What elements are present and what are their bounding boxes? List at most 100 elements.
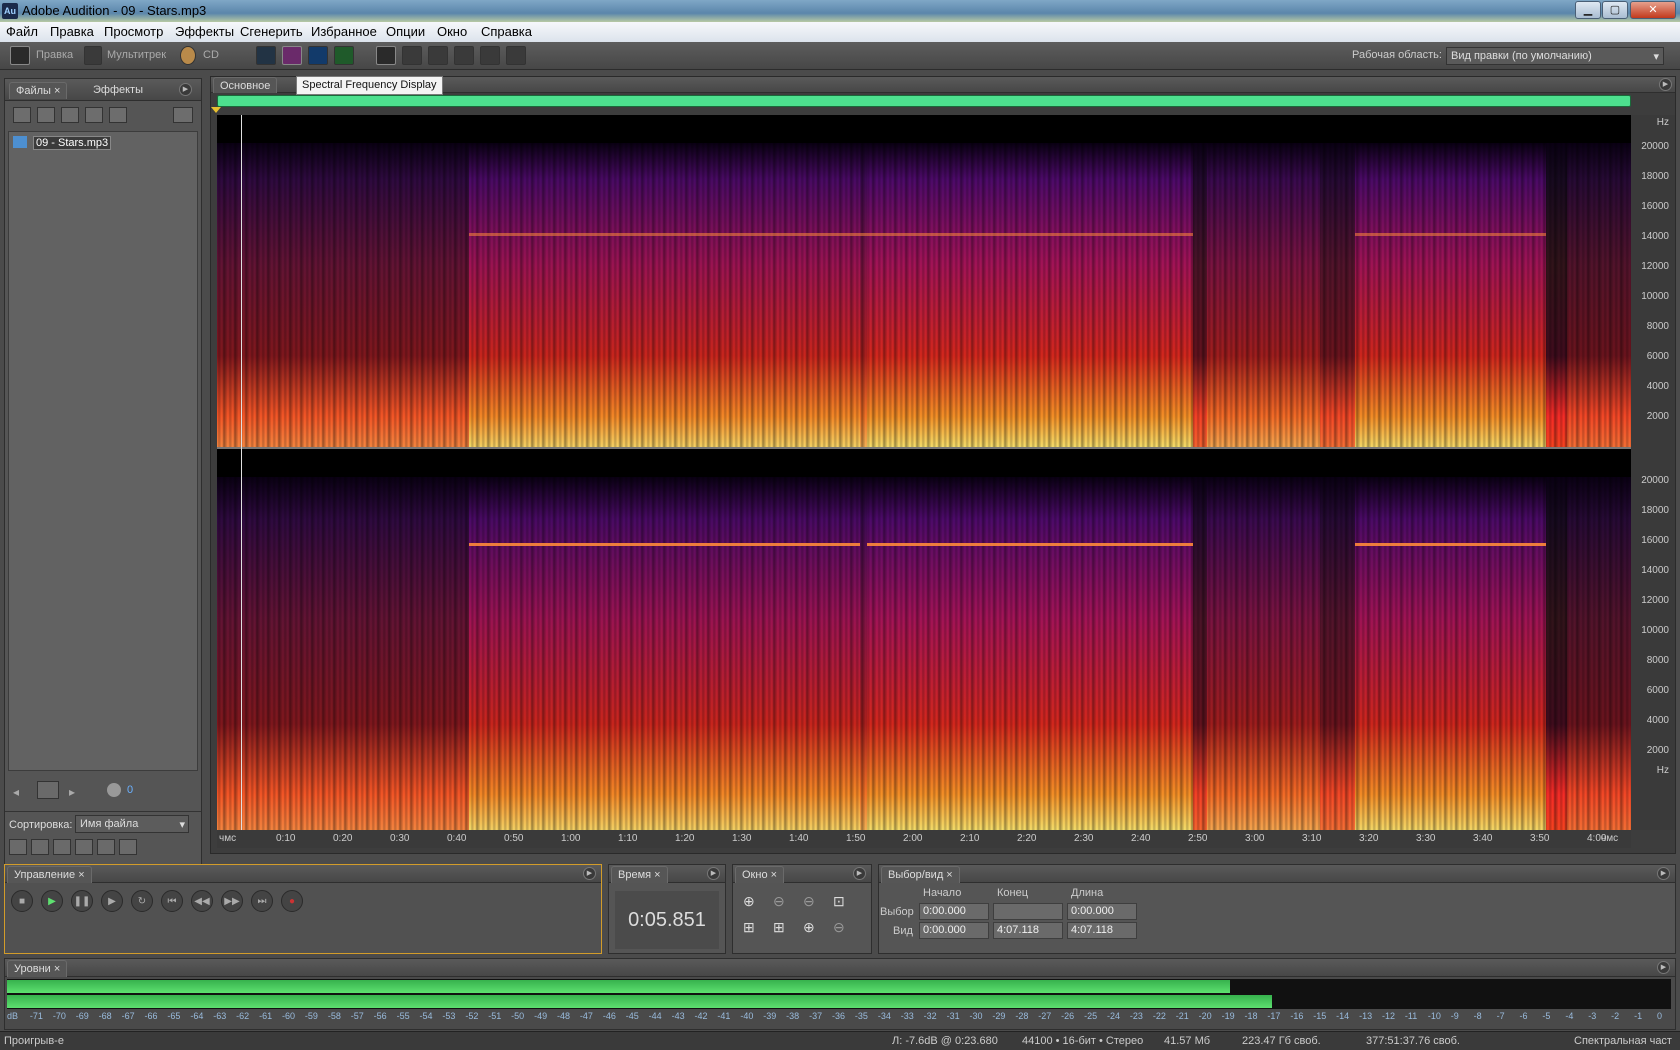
cd-icon[interactable] xyxy=(180,46,196,65)
filter-midi-icon[interactable] xyxy=(97,839,115,855)
volume-value[interactable]: 0 xyxy=(127,784,133,796)
spectrogram[interactable] xyxy=(217,115,1631,830)
lasso-tool-icon[interactable] xyxy=(428,46,448,65)
time-tick: 2:40 xyxy=(1131,833,1151,844)
tab-levels[interactable]: Уровни × xyxy=(7,960,68,977)
play-from-cursor-icon[interactable]: ▶ xyxy=(101,890,123,912)
selection-start-field[interactable]: 0:00.000 xyxy=(919,903,989,920)
playhead-marker-icon[interactable] xyxy=(211,107,221,113)
workspace-dropdown[interactable]: Вид правки (по умолчанию) ▾ xyxy=(1446,47,1664,65)
filter-all-icon[interactable] xyxy=(9,839,27,855)
multitrack-icon[interactable] xyxy=(84,46,102,65)
filter-loop-icon[interactable] xyxy=(31,839,49,855)
view-options-icon[interactable] xyxy=(173,107,193,123)
menu-window[interactable]: Окно xyxy=(437,24,467,39)
zoom-selection-icon[interactable]: ⊡ xyxy=(833,893,845,910)
tab-time[interactable]: Время × xyxy=(611,866,668,883)
close-button[interactable]: ✕ xyxy=(1630,1,1676,19)
menu-options[interactable]: Опции xyxy=(386,24,425,39)
cd-view-label[interactable]: CD xyxy=(203,49,219,61)
filter-cd-icon[interactable] xyxy=(119,839,137,855)
zoom-out-horizontal-icon[interactable]: ⊖ xyxy=(773,893,785,910)
db-tick: -41 xyxy=(717,1011,731,1021)
zoom-left-edge-icon[interactable]: ⊞ xyxy=(743,919,755,936)
forward-icon[interactable]: ▸ xyxy=(69,785,75,799)
maximize-button[interactable]: ▢ xyxy=(1602,1,1628,19)
zoom-right-edge-icon[interactable]: ⊞ xyxy=(773,919,785,936)
pause-icon[interactable]: ❚❚ xyxy=(71,890,93,912)
marquee-tool-icon[interactable] xyxy=(402,46,422,65)
panel-menu-icon[interactable]: ▶ xyxy=(1657,961,1670,974)
time-tick: 3:10 xyxy=(1302,833,1322,844)
selection-length-field[interactable]: 0:00.000 xyxy=(1067,903,1137,920)
import-file-icon[interactable] xyxy=(13,107,31,123)
sort-dropdown[interactable]: Имя файла ▾ xyxy=(75,815,189,833)
hybrid-tool-icon[interactable] xyxy=(506,46,526,65)
spectrogram-left-channel[interactable] xyxy=(217,143,1631,447)
zoom-out-full-icon[interactable]: ⊖ xyxy=(803,893,815,910)
db-tick: -32 xyxy=(923,1011,937,1021)
tab-main[interactable]: Основное xyxy=(213,77,278,93)
insert-cd-icon[interactable] xyxy=(85,107,103,123)
zoom-in-horizontal-icon[interactable]: ⊕ xyxy=(743,893,755,910)
play-icon[interactable]: ▶ xyxy=(41,890,63,912)
minimize-button[interactable]: ▁ xyxy=(1575,1,1601,19)
time-selection-tool-icon[interactable] xyxy=(376,46,396,65)
tab-files[interactable]: Файлы × xyxy=(9,82,68,99)
db-tick: -42 xyxy=(694,1011,708,1021)
fast-forward-icon[interactable]: ▶▶ xyxy=(221,890,243,912)
volume-knob-icon[interactable] xyxy=(107,783,121,797)
loop-icon[interactable]: ↻ xyxy=(131,890,153,912)
panel-menu-icon[interactable]: ▶ xyxy=(179,83,192,96)
view-length-field[interactable]: 4:07.118 xyxy=(1067,922,1137,939)
spot-healing-icon[interactable] xyxy=(480,46,500,65)
db-tick: -12 xyxy=(1382,1011,1396,1021)
filter-audio-icon[interactable] xyxy=(75,839,93,855)
selection-end-field[interactable] xyxy=(993,903,1063,920)
panel-menu-icon[interactable]: ▶ xyxy=(1659,78,1672,91)
menu-help[interactable]: Справка xyxy=(481,24,532,39)
panel-menu-icon[interactable]: ▶ xyxy=(1657,867,1670,880)
tab-transport[interactable]: Управление × xyxy=(7,866,92,883)
view-start-field[interactable]: 0:00.000 xyxy=(919,922,989,939)
overview-bar[interactable] xyxy=(217,95,1631,107)
playhead[interactable] xyxy=(241,115,242,830)
menu-favorites[interactable]: Избранное xyxy=(311,24,377,39)
rewind-icon[interactable]: ◀◀ xyxy=(191,890,213,912)
edit-view-label[interactable]: Правка xyxy=(36,49,73,61)
menu-effects[interactable]: Эффекты xyxy=(175,24,234,39)
waveform-display-icon[interactable] xyxy=(256,46,276,65)
db-tick: -10 xyxy=(1427,1011,1441,1021)
menu-generate[interactable]: Сгенерить xyxy=(240,24,303,39)
go-to-end-icon[interactable]: ⏭ xyxy=(251,890,273,912)
tab-window[interactable]: Окно × xyxy=(735,866,785,883)
filter-video-icon[interactable] xyxy=(53,839,71,855)
menu-file[interactable]: Файл xyxy=(6,24,38,39)
menu-view[interactable]: Просмотр xyxy=(104,24,163,39)
spectral-pan-icon[interactable] xyxy=(308,46,328,65)
zoom-out-vertical-icon[interactable]: ⊖ xyxy=(833,919,845,936)
view-end-field[interactable]: 4:07.118 xyxy=(993,922,1063,939)
loop-icon[interactable] xyxy=(37,781,59,799)
zoom-in-vertical-icon[interactable]: ⊕ xyxy=(803,919,815,936)
back-icon[interactable]: ◂ xyxy=(13,785,19,799)
spectrogram-right-channel[interactable] xyxy=(217,477,1631,830)
spectral-frequency-icon[interactable] xyxy=(282,46,302,65)
file-item[interactable]: 09 - Stars.mp3 xyxy=(33,136,112,150)
play-preview-icon[interactable] xyxy=(109,107,127,123)
tab-selection-view[interactable]: Выбор/вид × xyxy=(881,866,960,883)
multitrack-label[interactable]: Мультитрек xyxy=(107,49,166,61)
go-to-start-icon[interactable]: ⏮ xyxy=(161,890,183,912)
tab-effects[interactable]: Эффекты xyxy=(87,82,149,99)
close-file-icon[interactable] xyxy=(37,107,55,123)
edit-view-icon[interactable] xyxy=(10,46,30,65)
stop-icon[interactable]: ■ xyxy=(11,890,33,912)
record-icon[interactable]: ● xyxy=(281,890,303,912)
panel-menu-icon[interactable]: ▶ xyxy=(853,867,866,880)
panel-menu-icon[interactable]: ▶ xyxy=(583,867,596,880)
menu-edit[interactable]: Правка xyxy=(50,24,94,39)
panel-menu-icon[interactable]: ▶ xyxy=(707,867,720,880)
brush-tool-icon[interactable] xyxy=(454,46,474,65)
spectral-phase-icon[interactable] xyxy=(334,46,354,65)
insert-multitrack-icon[interactable] xyxy=(61,107,79,123)
